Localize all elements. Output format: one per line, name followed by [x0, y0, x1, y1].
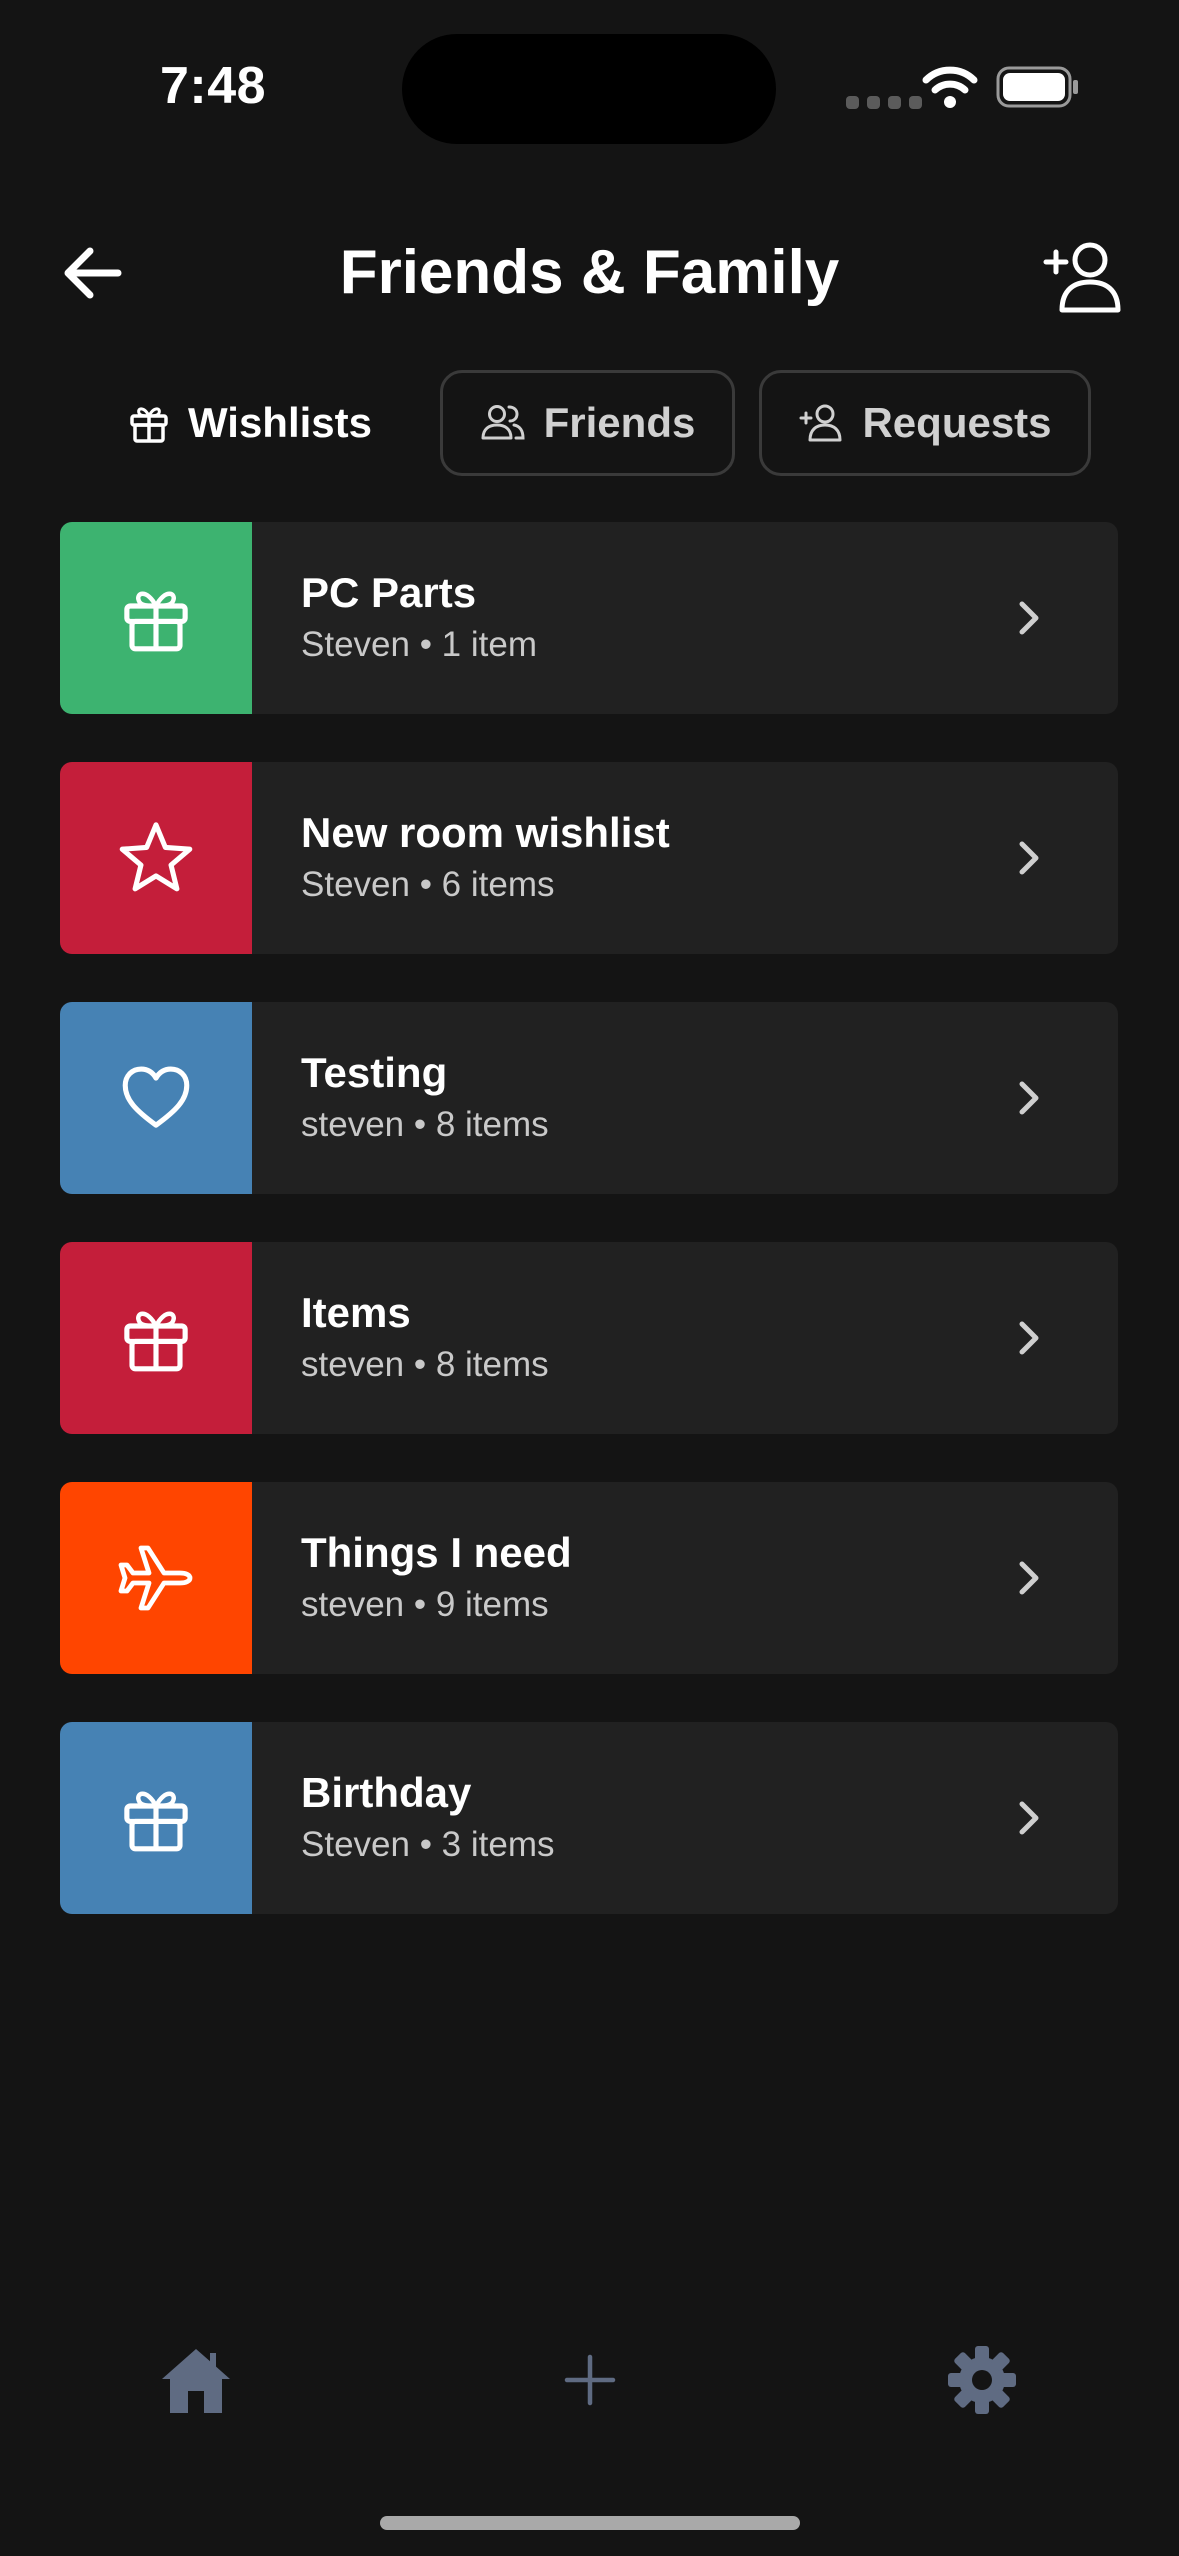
wishlist-meta: steven • 8 items	[301, 1105, 549, 1144]
chevron-right-icon	[1019, 601, 1039, 635]
wishlist-title: New room wishlist	[301, 809, 670, 856]
card-icon-tile	[60, 1722, 252, 1914]
cellular-signal-icon	[846, 96, 922, 109]
gift-icon	[124, 1311, 188, 1372]
wishlist-title: PC Parts	[301, 569, 477, 616]
wishlist-title: Testing	[301, 1049, 448, 1096]
user-plus-icon	[1043, 242, 1121, 313]
tab-label: Wishlists	[188, 399, 372, 446]
wishlist-card[interactable]: Things I need steven • 9 items	[60, 1482, 1118, 1674]
wishlist-card[interactable]: New room wishlist Steven • 6 items	[60, 762, 1118, 954]
wishlist-card[interactable]: Testing steven • 8 items	[60, 1002, 1118, 1194]
home-icon	[162, 2349, 230, 2413]
bottom-nav	[0, 2320, 1179, 2440]
battery-icon	[996, 66, 1078, 108]
tab-friends[interactable]: Friends	[440, 370, 735, 476]
home-button[interactable]	[136, 2320, 256, 2440]
gear-icon	[948, 2346, 1016, 2414]
tab-wishlists[interactable]: Wishlists	[100, 370, 400, 476]
tab-requests[interactable]: Requests	[759, 370, 1091, 476]
gift-icon	[124, 1791, 188, 1852]
heart-icon	[122, 1066, 190, 1128]
tab-bar: Wishlists Friends Requests	[0, 370, 1179, 476]
wishlist-card[interactable]: PC Parts Steven • 1 item	[60, 522, 1118, 714]
card-icon-tile	[60, 1482, 252, 1674]
user-plus-icon	[799, 404, 842, 442]
gift-icon	[124, 591, 188, 652]
card-icon-tile	[60, 522, 252, 714]
wifi-icon	[922, 66, 978, 108]
chevron-right-icon	[1019, 1081, 1039, 1115]
add-button[interactable]	[530, 2320, 650, 2440]
wishlist-meta: Steven • 3 items	[301, 1825, 555, 1864]
star-icon	[119, 822, 193, 892]
wishlist-card[interactable]: Birthday Steven • 3 items	[60, 1722, 1118, 1914]
status-time: 7:48	[160, 57, 267, 115]
chevron-right-icon	[1019, 841, 1039, 875]
wishlist-meta: Steven • 6 items	[301, 865, 555, 904]
card-icon-tile	[60, 1242, 252, 1434]
wishlist-meta: steven • 8 items	[301, 1345, 549, 1384]
chevron-right-icon	[1019, 1561, 1039, 1595]
add-friend-button[interactable]	[1040, 232, 1126, 318]
wishlist-title: Items	[301, 1289, 411, 1336]
wishlist-meta: steven • 9 items	[301, 1585, 549, 1624]
tab-label: Requests	[862, 399, 1052, 446]
plus-icon	[564, 2354, 616, 2406]
wishlist-card[interactable]: Items steven • 8 items	[60, 1242, 1118, 1434]
settings-button[interactable]	[922, 2320, 1042, 2440]
page-title: Friends & Family	[339, 238, 840, 307]
gift-icon	[130, 407, 168, 443]
users-icon	[481, 405, 525, 440]
home-indicator	[380, 2516, 800, 2530]
chevron-right-icon	[1019, 1801, 1039, 1835]
chevron-right-icon	[1019, 1321, 1039, 1355]
wishlist-title: Things I need	[301, 1529, 572, 1576]
card-icon-tile	[60, 1002, 252, 1194]
dynamic-island	[402, 34, 776, 144]
wishlist-title: Birthday	[301, 1769, 472, 1816]
tab-label: Friends	[543, 399, 696, 446]
card-icon-tile	[60, 762, 252, 954]
wishlist-meta: Steven • 1 item	[301, 625, 537, 664]
wishlist-list: PC Parts Steven • 1 item New room wishli…	[60, 522, 1118, 1962]
airplane-icon	[118, 1545, 193, 1611]
